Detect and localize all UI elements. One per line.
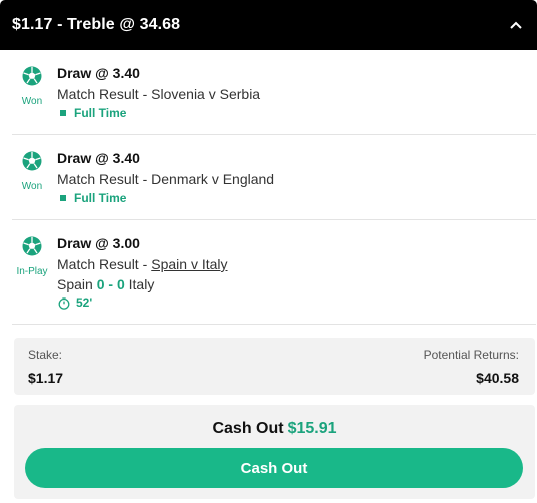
cashout-label: Cash Out — [212, 420, 284, 437]
match-clock: 52' — [58, 296, 92, 310]
cashout-amount: $15.91 — [287, 420, 337, 437]
full-time-status: Full Time — [60, 191, 126, 205]
stake-summary: Stake: $1.17 Potential Returns: $40.58 — [14, 338, 535, 395]
soccer-ball-icon — [22, 236, 42, 256]
bet-header[interactable]: $1.17 - Treble @ 34.68 — [0, 0, 537, 50]
selection-title: Draw @ 3.00 — [57, 235, 140, 251]
match-link[interactable]: Spain v Italy — [151, 256, 227, 272]
full-time-label: Full Time — [74, 191, 127, 205]
full-time-status: Full Time — [60, 106, 126, 120]
match-clock-time: 52' — [76, 296, 93, 310]
selection-market: Match Result - Slovenia v Serbia — [57, 86, 261, 102]
home-team: Spain — [57, 276, 93, 292]
potential-returns-label: Potential Returns: — [423, 348, 519, 362]
selection-status-label: Won — [21, 96, 43, 107]
stake-label: Stake: — [28, 348, 63, 362]
live-score: Spain 0 - 0 Italy — [57, 276, 154, 292]
selection-status-column: Won — [12, 135, 52, 219]
soccer-ball-icon — [22, 66, 42, 86]
stake-value: $1.17 — [28, 370, 64, 386]
score-separator: - — [108, 276, 114, 292]
bet-card: $1.17 - Treble @ 34.68 Won Draw @ 3.40 M… — [0, 0, 537, 503]
full-time-label: Full Time — [74, 106, 127, 120]
stopwatch-icon — [58, 296, 70, 310]
away-score: 0 — [116, 276, 125, 292]
selection-title: Draw @ 3.40 — [57, 150, 140, 166]
bet-title: $1.17 - Treble @ 34.68 — [12, 16, 181, 33]
selection-row: In-Play Draw @ 3.00 Match Result - Spain … — [12, 220, 536, 325]
home-score: 0 — [96, 276, 105, 292]
selection-row: Won Draw @ 3.40 Match Result - Slovenia … — [12, 50, 536, 135]
selection-title: Draw @ 3.40 — [57, 65, 140, 81]
cashout-panel: Cash Out $15.91 Cash Out — [14, 405, 535, 499]
market-prefix: Match Result - — [57, 256, 148, 272]
soccer-ball-icon — [22, 151, 42, 171]
selection-status-label: In-Play — [16, 266, 48, 277]
selection-market: Match Result - Denmark v England — [57, 171, 275, 187]
away-team: Italy — [128, 276, 155, 292]
selection-status-label: Won — [21, 181, 43, 192]
chevron-up-icon[interactable] — [507, 16, 525, 34]
cashout-offer: Cash Out $15.91 — [14, 420, 535, 438]
selection-status-column: In-Play — [12, 220, 52, 324]
status-square-icon — [60, 110, 66, 116]
status-square-icon — [60, 195, 66, 201]
selection-status-column: Won — [12, 50, 52, 134]
selection-row: Won Draw @ 3.40 Match Result - Denmark v… — [12, 135, 536, 220]
selection-market: Match Result - Spain v Italy — [57, 256, 228, 272]
cash-out-button[interactable]: Cash Out — [25, 448, 523, 488]
potential-returns-value: $40.58 — [476, 370, 519, 386]
